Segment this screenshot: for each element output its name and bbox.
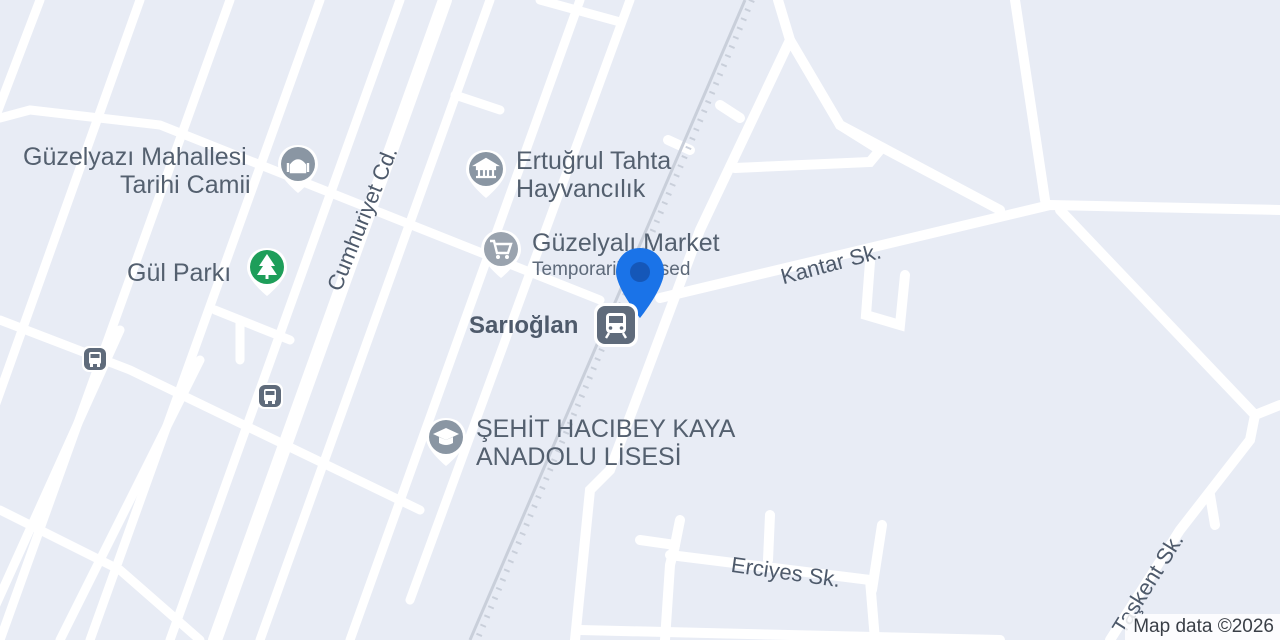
poi-mosque-name-line1: Güzelyazı Mahallesi xyxy=(23,143,247,171)
cart-icon[interactable] xyxy=(479,228,523,280)
mosque-icon[interactable] xyxy=(276,143,320,195)
bus-stop-icon[interactable] xyxy=(256,382,284,410)
poi-park-name: Gül Parkı xyxy=(127,259,232,287)
station-name: Sarıoğlan xyxy=(469,312,579,339)
museum-icon[interactable] xyxy=(464,148,508,200)
tree-icon[interactable] xyxy=(245,246,289,298)
poi-school-name-line2: ANADOLU LİSESİ xyxy=(476,443,682,471)
school-icon[interactable] xyxy=(424,416,468,468)
road-network xyxy=(0,0,1280,640)
poi-museum-name-line1: Ertuğrul Tahta xyxy=(516,147,672,175)
map-attribution: Map data ©2026 xyxy=(1125,614,1280,640)
train-station-icon[interactable] xyxy=(593,302,639,348)
poi-museum-name-line2: Hayvancılık xyxy=(516,175,646,203)
bus-stop-icon[interactable] xyxy=(81,345,109,373)
poi-school-name-line1: ŞEHİT HACIBEY KAYA xyxy=(476,415,736,443)
map-canvas[interactable]: Cumhuriyet Cd. Kantar Sk. Erciyes Sk. Ta… xyxy=(0,0,1280,640)
poi-mosque-name-line2: Tarihi Camii xyxy=(120,171,251,199)
